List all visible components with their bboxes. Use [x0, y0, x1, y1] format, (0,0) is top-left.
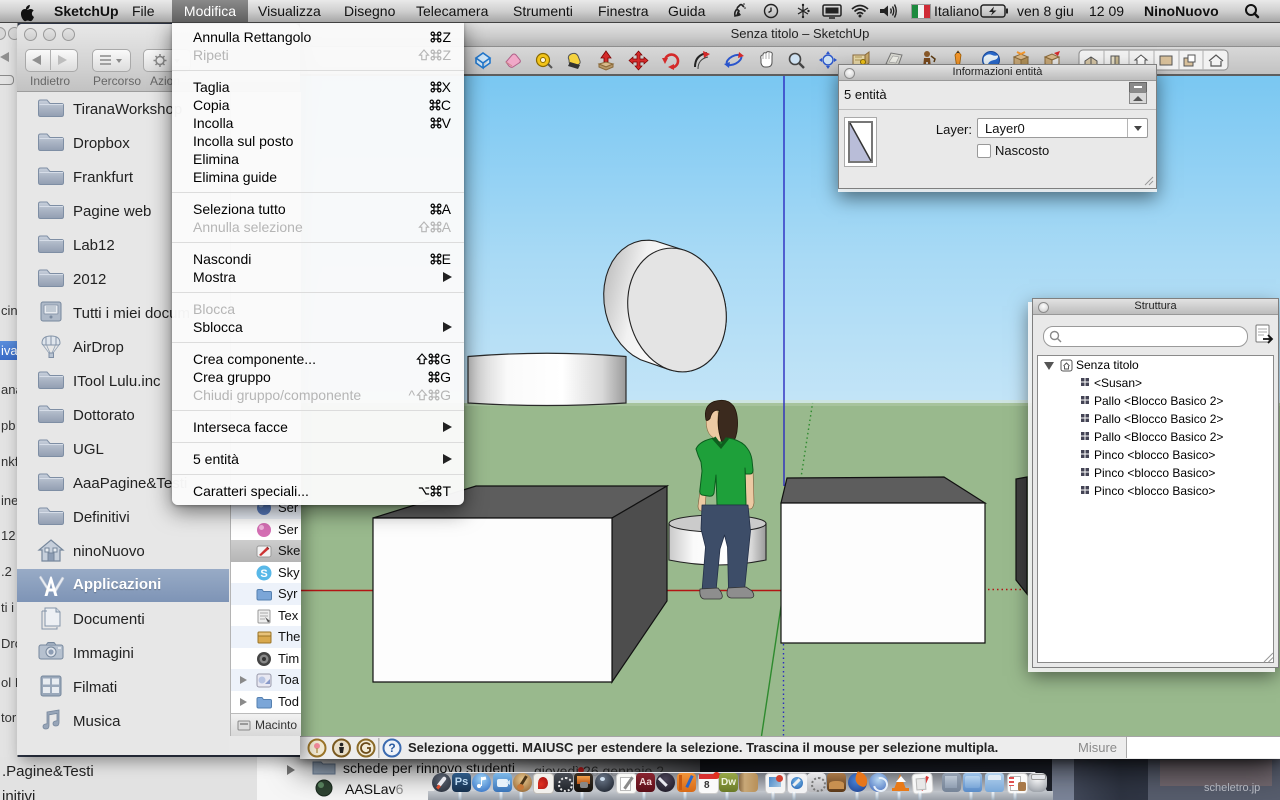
svg-text:?: ? [388, 741, 395, 755]
svg-text:S: S [260, 568, 267, 580]
